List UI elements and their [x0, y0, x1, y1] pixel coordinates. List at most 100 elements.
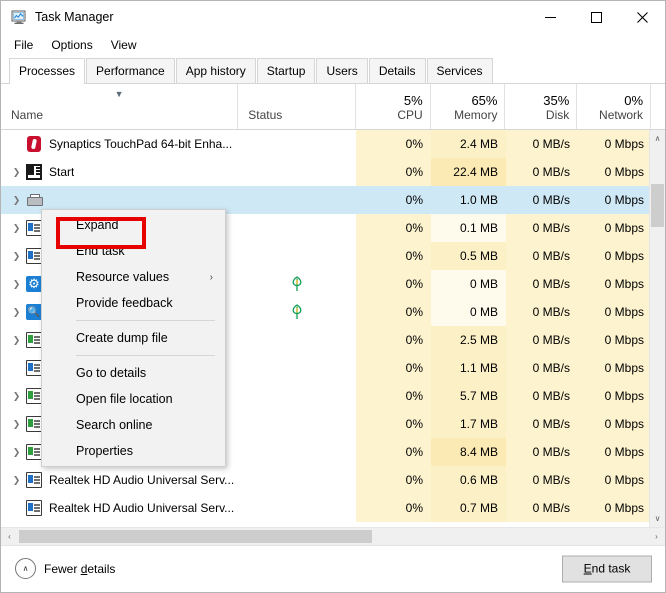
row-status-cell — [238, 298, 356, 326]
row-cpu-cell: 0% — [356, 494, 431, 522]
row-name-label: Synaptics TouchPad 64-bit Enha... — [49, 137, 233, 151]
scroll-right-button[interactable]: › — [648, 528, 665, 545]
chevron-up-icon: ∧ — [15, 558, 36, 579]
menu-file[interactable]: File — [10, 35, 42, 55]
column-header-cpu-label: CPU — [397, 108, 423, 122]
close-button[interactable] — [619, 1, 665, 33]
tab-users[interactable]: Users — [316, 58, 368, 83]
maximize-button[interactable] — [573, 1, 619, 33]
row-disk-cell: 0 MB/s — [506, 326, 578, 354]
context-menu-item-search-online[interactable]: Search online — [42, 412, 225, 438]
row-network-cell: 0 Mbps — [578, 382, 652, 410]
row-network-cell: 0 Mbps — [578, 354, 652, 382]
fewer-details-button[interactable]: ∧ Fewer details — [15, 558, 115, 579]
row-cpu-cell: 0% — [356, 158, 431, 186]
row-cpu-cell: 0% — [356, 326, 431, 354]
expand-chevron-icon[interactable]: ❯ — [11, 391, 22, 402]
row-status-cell — [238, 438, 356, 466]
table-row[interactable]: ❯ Realtek HD Audio Universal Serv... 0% 0.6… — [1, 466, 652, 494]
row-name-cell[interactable]: ❯Realtek HD Audio Universal Serv... — [1, 494, 238, 522]
tab-strip: Processes Performance App history Startu… — [1, 57, 665, 84]
row-cpu-cell: 0% — [356, 382, 431, 410]
column-header-memory[interactable]: 65% Memory — [429, 84, 505, 129]
expand-chevron-icon[interactable]: ❯ — [11, 195, 22, 206]
column-header-cpu-pct: 5% — [403, 93, 423, 108]
context-menu-item-label: Open file location — [76, 392, 173, 406]
row-disk-cell: 0 MB/s — [506, 466, 578, 494]
expand-chevron-icon[interactable]: ❯ — [11, 167, 22, 178]
app-blue-icon — [26, 500, 42, 516]
expand-chevron-icon[interactable]: ❯ — [11, 223, 22, 234]
expand-chevron-icon[interactable]: ❯ — [11, 279, 22, 290]
tab-app-history[interactable]: App history — [175, 58, 256, 83]
tab-processes[interactable]: Processes — [9, 58, 86, 84]
column-header-network[interactable]: 0% Network — [576, 84, 650, 129]
window-title: Task Manager — [35, 10, 114, 24]
app-green-icon — [26, 388, 42, 404]
expand-chevron-icon[interactable]: ❯ — [11, 475, 22, 486]
tab-performance[interactable]: Performance — [86, 58, 175, 83]
row-status-cell — [238, 242, 356, 270]
row-memory-cell: 0.7 MB — [431, 494, 506, 522]
row-status-cell — [238, 186, 356, 214]
context-menu-item-go-to-details[interactable]: Go to details — [42, 360, 225, 386]
fewer-details-label: Fewer details — [44, 561, 116, 576]
horizontal-scrollbar[interactable]: ‹ › — [1, 527, 665, 545]
expand-chevron-icon[interactable]: ❯ — [11, 419, 22, 430]
table-row[interactable]: ❯Synaptics TouchPad 64-bit Enha... 0%2.4 … — [1, 130, 652, 158]
horizontal-scrollbar-thumb[interactable] — [19, 530, 372, 543]
row-cpu-cell: 0% — [356, 130, 431, 158]
minimize-button[interactable] — [527, 1, 573, 33]
tab-services[interactable]: Services — [426, 58, 493, 83]
table-row[interactable]: ❯Realtek HD Audio Universal Serv... 0%0.7… — [1, 494, 652, 522]
app-green-icon — [26, 416, 42, 432]
app-blue-icon — [26, 472, 42, 488]
row-disk-cell: 0 MB/s — [506, 438, 578, 466]
task-manager-window: Task Manager File Options View Processes… — [0, 0, 666, 593]
column-header-disk[interactable]: 35% Disk — [504, 84, 576, 129]
row-memory-cell: 2.4 MB — [431, 130, 506, 158]
end-task-button[interactable]: End task — [562, 555, 652, 582]
row-status-cell — [238, 158, 356, 186]
vertical-scrollbar-thumb[interactable] — [651, 184, 664, 227]
row-name-cell[interactable]: ❯ Realtek HD Audio Universal Serv... — [1, 466, 238, 494]
expand-chevron-icon[interactable]: ❯ — [11, 447, 22, 458]
column-header-network-pct: 0% — [624, 93, 644, 108]
expand-chevron-icon[interactable]: ❯ — [11, 335, 22, 346]
column-header-status[interactable]: Status — [237, 84, 355, 129]
context-menu-item-resource-values[interactable]: Resource values › — [42, 264, 225, 290]
vertical-scrollbar[interactable]: ∧ ∨ — [649, 130, 665, 527]
expand-chevron-icon[interactable]: ❯ — [11, 251, 22, 262]
context-menu-item-open-file-location[interactable]: Open file location — [42, 386, 225, 412]
column-header-name[interactable]: ▼ Name — [1, 84, 237, 129]
tab-details[interactable]: Details — [368, 58, 426, 83]
column-headers: ▼ Name Status 5% CPU 65% Memory 35% Disk… — [1, 84, 665, 130]
row-disk-cell: 0 MB/s — [506, 494, 578, 522]
end-task-button-label: End task — [583, 561, 631, 576]
row-network-cell: 0 Mbps — [578, 186, 652, 214]
scroll-up-button[interactable]: ∧ — [650, 130, 665, 147]
context-menu-item-end-task[interactable]: End task — [42, 238, 225, 264]
column-header-cpu[interactable]: 5% CPU — [354, 84, 430, 129]
menu-options[interactable]: Options — [42, 35, 101, 55]
context-menu-item-label: Go to details — [76, 366, 147, 380]
context-menu-item-provide-feedback[interactable]: Provide feedback — [42, 290, 225, 316]
context-menu-item-label: Create dump file — [76, 331, 168, 345]
row-name-cell[interactable]: ❯ Start — [1, 158, 238, 186]
row-memory-cell: 1.0 MB — [431, 186, 506, 214]
context-menu-item-properties[interactable]: Properties — [42, 438, 225, 464]
row-cpu-cell: 0% — [356, 242, 431, 270]
row-name-cell[interactable]: ❯Synaptics TouchPad 64-bit Enha... — [1, 130, 238, 158]
row-memory-cell: 1.1 MB — [431, 354, 506, 382]
scroll-left-button[interactable]: ‹ — [1, 528, 18, 545]
menu-view[interactable]: View — [102, 35, 146, 55]
row-network-cell: 0 Mbps — [578, 298, 652, 326]
row-cpu-cell: 0% — [356, 438, 431, 466]
context-menu-item-create-dump-file[interactable]: Create dump file — [42, 325, 225, 351]
scroll-down-button[interactable]: ∨ — [650, 510, 665, 527]
row-name-label: Realtek HD Audio Universal Serv... — [49, 473, 235, 487]
context-menu-item-expand[interactable]: Expand — [42, 212, 225, 238]
expand-chevron-icon[interactable]: ❯ — [11, 307, 22, 318]
table-row[interactable]: ❯ Start 0% 22.4 MB 0 MB/s 0 Mbps — [1, 158, 652, 186]
tab-startup[interactable]: Startup — [256, 58, 316, 83]
